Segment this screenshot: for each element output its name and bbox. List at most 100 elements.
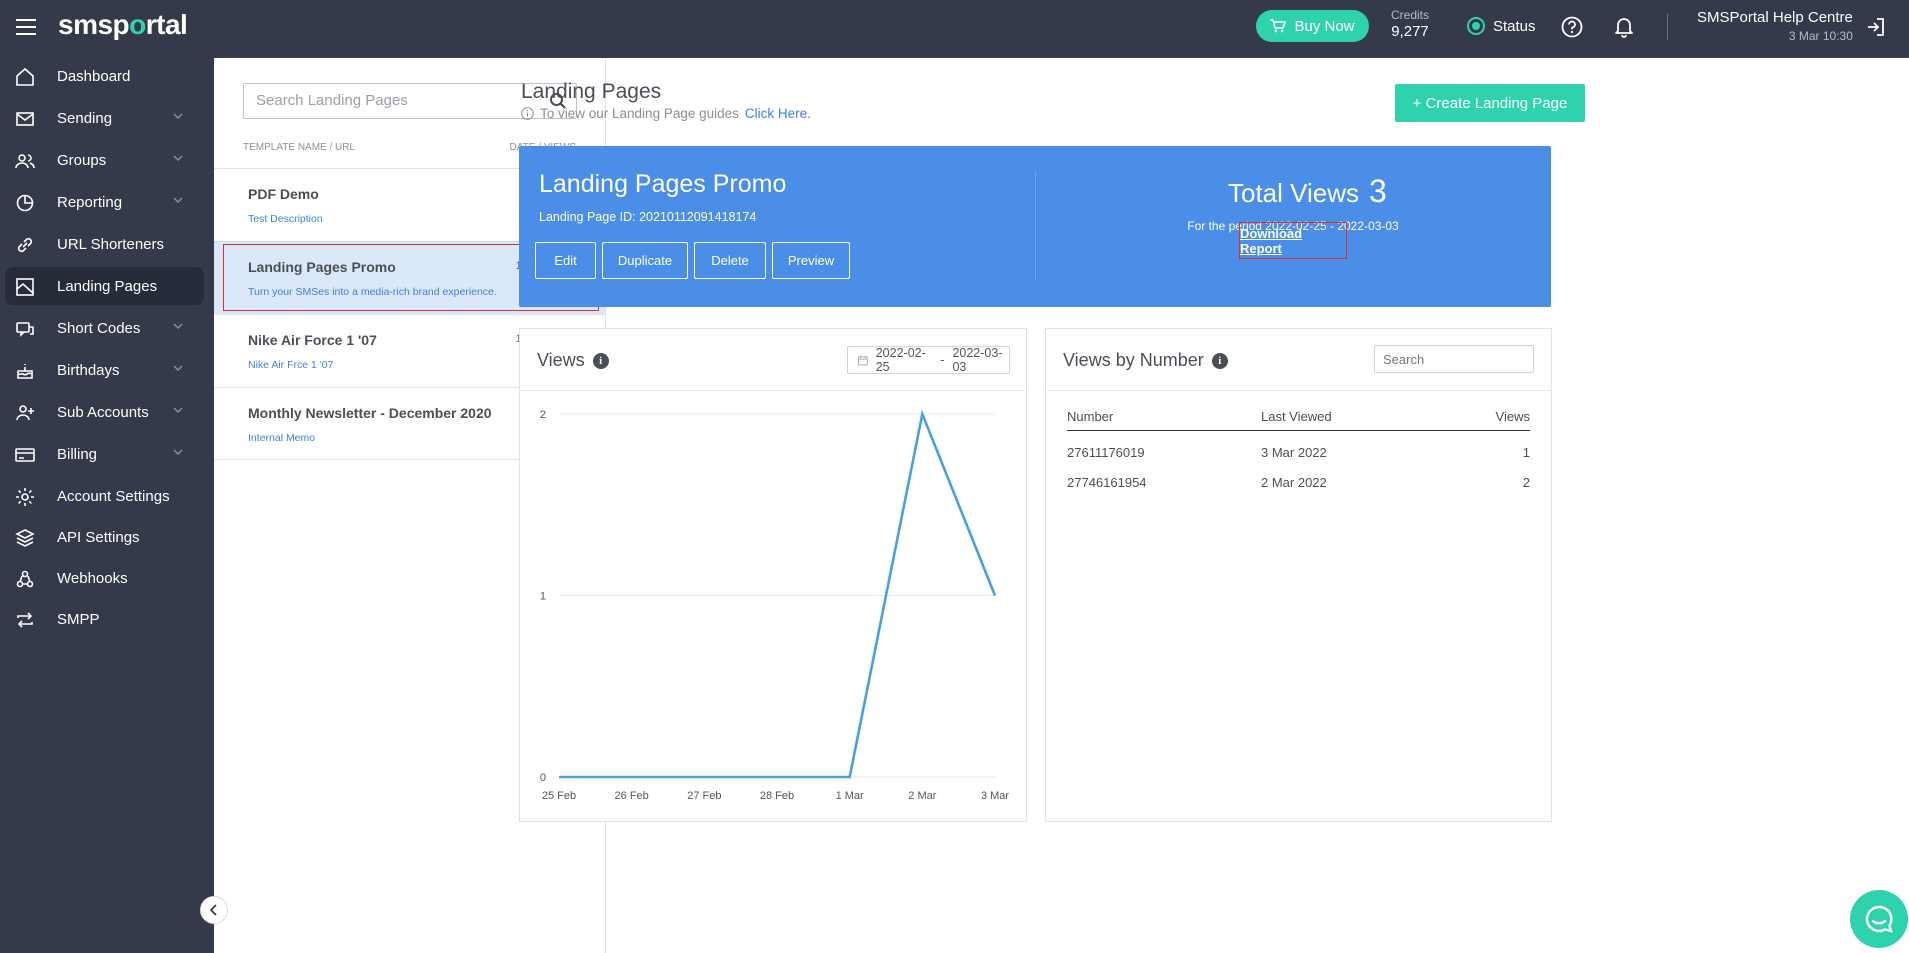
main-content: Landing Pages To view our Landing Page g… [519,58,1909,953]
number-search-input[interactable] [1383,352,1523,367]
guide-link[interactable]: Click Here. [745,106,811,121]
status-label: Status [1493,17,1536,35]
collapse-sidebar-button[interactable] [200,896,228,924]
y-tick-label: 2 [540,409,546,421]
current-datetime: 3 Mar 10:30 [1788,29,1853,43]
chevron-down-icon [173,365,183,371]
landing-page-search-input[interactable] [256,92,536,109]
cell-views: 1 [1522,445,1530,460]
topbar-divider [1667,14,1668,40]
row-name: PDF Demo [248,186,319,202]
help-centre-title: SMSPortal Help Centre [1697,9,1853,26]
download-report-link[interactable]: Download Report [1239,222,1347,259]
chevron-down-icon [173,407,183,413]
sidebar-item-smpp[interactable]: SMPP [5,600,204,638]
webhook-icon [16,570,34,588]
views-card-title: Views i [537,350,609,371]
buy-now-label: Buy Now [1294,17,1355,35]
cake-icon [17,364,33,379]
buy-now-button[interactable]: Buy Now [1256,10,1369,42]
sidebar-item-billing[interactable]: Billing [5,435,204,473]
chevron-down-icon [173,155,183,161]
x-tick-label: 25 Feb [542,790,576,802]
cart-icon [1270,19,1287,33]
x-tick-label: 27 Feb [687,790,721,802]
info-icon[interactable]: i [592,352,609,369]
sidebar-item-sub-accounts[interactable]: Sub Accounts [5,393,204,431]
logout-icon[interactable] [1866,17,1886,37]
sidebar-item-label: Groups [57,151,107,169]
sidebar-item-url-shorteners[interactable]: URL Shorteners [5,225,204,263]
header-views: Views [1495,409,1530,424]
create-landing-page-button[interactable]: + Create Landing Page [1395,84,1585,122]
views-by-number-header: Views by Number i [1046,329,1551,391]
chevron-down-icon [173,113,183,119]
number-search [1374,345,1534,373]
guide-text: To view our Landing Page guides [540,106,739,121]
sidebar-item-sending[interactable]: Sending [5,99,204,137]
views-by-number-title: Views by Number i [1063,350,1228,371]
row-description: Test Description [248,213,323,225]
views-by-number-card: Views by Number i Number Last Viewed View… [1045,328,1552,822]
info-icon[interactable]: i [1211,352,1228,369]
chat-support-button[interactable] [1850,890,1908,948]
duplicate-button[interactable]: Duplicate [602,242,688,279]
hamburger-menu-icon[interactable] [16,19,36,35]
cell-number: 27611176019 [1067,445,1145,460]
column-header-template: TEMPLATE NAME / URL [243,142,356,153]
header-last-viewed: Last Viewed [1261,409,1332,424]
sidebar-item-label: Sending [57,109,113,127]
preview-button[interactable]: Preview [772,242,850,279]
views-card: Views i 2022-02-25 - 2022-03-03 0 1 2 25 Feb… [519,328,1027,822]
delete-button[interactable]: Delete [694,242,766,279]
row-description: Nike Air Frce 1 '07 [248,359,334,371]
sidebar-item-account-settings[interactable]: Account Settings [5,477,204,515]
landing-page-title: Landing Pages Promo [539,170,787,198]
total-views-label: Total Views [1228,178,1360,208]
views-card-header: Views i 2022-02-25 - 2022-03-03 [520,329,1026,391]
row-name: Nike Air Force 1 '07 [248,332,377,348]
sidebar-item-dashboard[interactable]: Dashboard [5,57,204,95]
smsportal-logo[interactable]: smsportal [58,9,188,41]
chat-icon [1865,905,1893,933]
gear-icon [16,488,34,506]
sidebar-item-short-codes[interactable]: Short Codes [5,309,204,347]
cell-last-viewed: 3 Mar 2022 [1261,445,1327,460]
pie-chart-icon [16,194,34,212]
table-row: 27611176019 3 Mar 2022 1 [1067,439,1530,469]
status-button[interactable]: Status [1467,17,1536,35]
x-tick-label: 3 Mar [981,790,1009,802]
x-tick-label: 2 Mar [908,790,936,802]
sidebar-item-groups[interactable]: Groups [5,141,204,179]
sidebar-item-label: Billing [57,445,98,463]
sidebar-item-webhooks[interactable]: Webhooks [5,559,204,597]
page-title: Landing Pages [521,80,662,103]
layers-icon [15,529,35,547]
sidebar-item-reporting[interactable]: Reporting [5,183,204,221]
date-range-picker[interactable]: 2022-02-25 - 2022-03-03 [847,346,1010,374]
sidebar-item-api-settings[interactable]: API Settings [5,518,204,556]
help-icon[interactable] [1561,16,1583,38]
help-centre-link[interactable]: SMSPortal Help Centre 3 Mar 10:30 [1697,9,1853,43]
total-views: Total Views 3 [1228,173,1387,210]
logo-text-rest: rtal [145,9,188,40]
x-tick-label: 28 Feb [760,790,794,802]
credits-value: 9,277 [1391,23,1429,40]
chevron-down-icon [173,197,183,203]
short-code-icon [16,322,34,337]
sidebar-item-label: Account Settings [57,487,170,505]
row-name: Monthly Newsletter - December 2020 [248,405,492,421]
edit-button[interactable]: Edit [535,242,596,279]
chevron-down-icon [173,323,183,329]
bell-icon[interactable] [1614,16,1634,38]
sidebar-item-landing-pages[interactable]: Landing Pages [5,267,204,305]
sidebar-item-birthdays[interactable]: Birthdays [5,351,204,389]
table-header: Number Last Viewed Views [1067,407,1530,431]
sidebar: Dashboard Sending Groups Reporting URL Short… [0,58,214,953]
header-number: Number [1067,409,1114,424]
mail-icon [16,112,34,126]
date-separator: - [940,353,945,367]
x-tick-label: 26 Feb [615,790,649,802]
cell-views: 2 [1522,475,1530,490]
sidebar-item-label: Short Codes [57,319,141,337]
